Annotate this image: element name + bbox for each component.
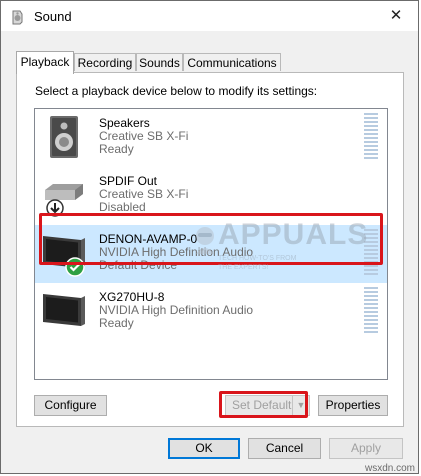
tab-playback[interactable]: Playback bbox=[16, 51, 74, 74]
level-meter bbox=[364, 113, 378, 161]
monitor-icon bbox=[43, 294, 85, 326]
tab-recording[interactable]: Recording bbox=[74, 53, 136, 71]
device-description: Creative SB X-Fi bbox=[99, 187, 189, 201]
close-icon: ✕ bbox=[389, 7, 403, 24]
close-button[interactable]: ✕ bbox=[374, 1, 418, 31]
device-status: Ready bbox=[99, 316, 134, 330]
device-status: Disabled bbox=[99, 200, 146, 214]
annotation-highlight-device bbox=[39, 213, 383, 265]
title-bar[interactable]: Sound ✕ bbox=[1, 1, 418, 31]
ok-button[interactable]: OK bbox=[168, 438, 240, 459]
device-name: SPDIF Out bbox=[99, 174, 158, 188]
device-description: Creative SB X-Fi bbox=[99, 129, 189, 143]
cancel-button[interactable]: Cancel bbox=[248, 438, 321, 459]
apply-button[interactable]: Apply bbox=[329, 438, 403, 459]
speaker-icon bbox=[50, 116, 78, 158]
annotation-highlight-set-default bbox=[219, 391, 308, 418]
sound-app-icon bbox=[12, 10, 23, 25]
level-meter bbox=[364, 287, 378, 335]
tab-communications[interactable]: Communications bbox=[183, 53, 281, 71]
device-status: Ready bbox=[99, 142, 134, 156]
configure-button[interactable]: Configure bbox=[34, 395, 107, 416]
device-name: XG270HU-8 bbox=[99, 290, 165, 304]
list-item[interactable]: Speakers Creative SB X-Fi Ready bbox=[35, 109, 387, 167]
list-item[interactable]: XG270HU-8 NVIDIA High Definition Audio R… bbox=[35, 283, 387, 341]
device-name: Speakers bbox=[99, 116, 150, 130]
device-description: NVIDIA High Definition Audio bbox=[99, 303, 254, 317]
window-title: Sound bbox=[34, 9, 72, 24]
instruction-text: Select a playback device below to modify… bbox=[35, 84, 318, 98]
properties-button[interactable]: Properties bbox=[318, 395, 388, 416]
site-watermark: wsxdn.com bbox=[364, 463, 415, 474]
tab-sounds[interactable]: Sounds bbox=[136, 53, 183, 71]
spdif-device-icon bbox=[45, 184, 83, 217]
